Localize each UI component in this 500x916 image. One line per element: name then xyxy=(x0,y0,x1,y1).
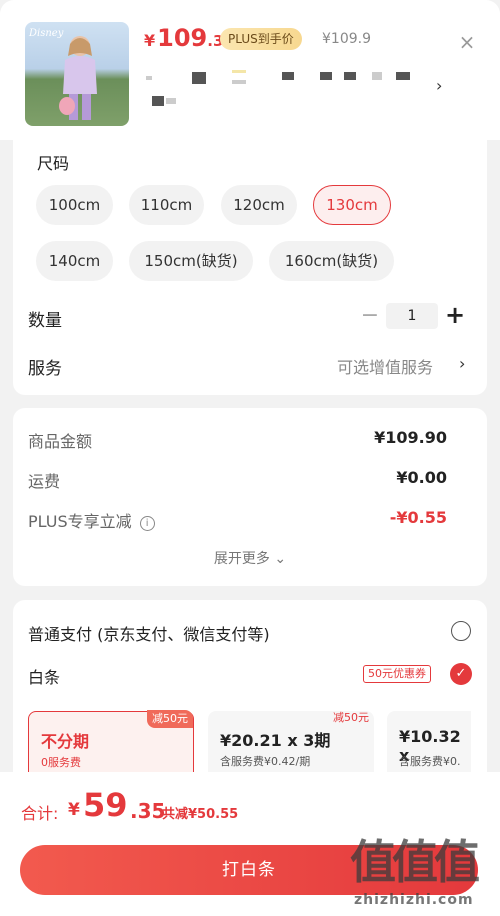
total-decimal: .35 xyxy=(130,799,166,823)
plus-discount-value: -¥0.55 xyxy=(389,508,447,527)
blur-block xyxy=(166,98,176,104)
quantity-minus-button[interactable]: − xyxy=(360,302,380,330)
close-icon[interactable]: × xyxy=(455,30,479,54)
price-integer: 109 xyxy=(157,24,208,52)
goods-amount-value: ¥109.90 xyxy=(374,428,447,447)
normal-payment-label[interactable]: 普通支付 (京东支付、微信支付等) xyxy=(28,621,270,645)
baitiao-checked-icon[interactable]: ✓ xyxy=(450,663,472,685)
original-price: ¥109.9 xyxy=(322,31,371,47)
child-figure-image xyxy=(59,36,97,120)
total-integer: 59 xyxy=(83,786,128,824)
blur-block xyxy=(146,76,152,80)
size-option-120[interactable]: 120cm xyxy=(221,185,297,225)
installment-option-6[interactable]: ¥10.32 x 含服务费¥0. xyxy=(387,711,471,781)
blur-block xyxy=(372,72,382,80)
blur-block xyxy=(152,96,164,106)
service-value[interactable]: 可选增值服务 xyxy=(337,354,433,378)
baitiao-label[interactable]: 白条 xyxy=(28,664,60,688)
watermark-logo: 值值值 xyxy=(350,835,480,889)
shipping-label: 运费 xyxy=(28,472,61,491)
baitiao-coupon-tag[interactable]: 50元优惠券 xyxy=(363,665,431,683)
blur-block xyxy=(232,70,246,73)
size-option-150[interactable]: 150cm(缺货) xyxy=(129,241,253,281)
installment-fee: 含服务费¥0.42/期 xyxy=(220,755,311,768)
expand-more-button[interactable]: 展开更多 ⌄ xyxy=(0,548,500,568)
installment-title: ¥20.21 x 3期 xyxy=(220,731,331,750)
size-option-110[interactable]: 110cm xyxy=(129,185,204,225)
site-watermark: 值值值 zhizhizhi.com xyxy=(350,826,500,916)
blur-block xyxy=(232,80,246,84)
installment-fee: 含服务费¥0. xyxy=(399,755,461,768)
installment-discount-badge: 减50元 xyxy=(147,710,193,728)
service-label: 服务 xyxy=(28,359,62,379)
blur-block xyxy=(320,72,332,80)
quantity-plus-button[interactable]: + xyxy=(444,300,466,330)
installment-title: 不分期 xyxy=(41,732,90,751)
installment-fee: 0服务费 xyxy=(41,756,81,769)
quantity-input[interactable]: 1 xyxy=(386,303,438,329)
size-option-130[interactable]: 130cm xyxy=(313,185,391,225)
normal-payment-radio[interactable] xyxy=(451,621,471,641)
size-option-160[interactable]: 160cm(缺货) xyxy=(269,241,394,281)
installment-option-3[interactable]: 减50元 ¥20.21 x 3期 含服务费¥0.42/期 xyxy=(208,711,374,781)
total-label: 合计: xyxy=(21,804,59,823)
price-currency: ¥ xyxy=(144,31,156,50)
shipping-value: ¥0.00 xyxy=(396,468,447,487)
total-currency: ¥ xyxy=(68,800,80,820)
goods-amount-label: 商品金额 xyxy=(28,432,93,451)
quantity-label: 数量 xyxy=(28,311,62,331)
product-header: Disney ¥ 109 .35 PLUS到手价 ¥109.9 × › xyxy=(0,0,500,140)
installment-discount-badge: 减50元 xyxy=(333,711,369,724)
plus-discount-row: PLUS专享立减 i xyxy=(28,508,155,532)
title-chevron-right-icon[interactable]: › xyxy=(436,76,442,95)
blur-block xyxy=(192,72,206,84)
product-thumbnail[interactable]: Disney xyxy=(25,22,129,126)
info-icon[interactable]: i xyxy=(139,516,155,531)
service-chevron-right-icon[interactable]: › xyxy=(459,354,465,373)
total-saving: 共减¥50.55 xyxy=(162,807,239,822)
watermark-url: zhizhizhi.com xyxy=(354,892,474,908)
blur-block xyxy=(282,72,294,80)
size-label: 尺码 xyxy=(37,154,70,173)
blur-block xyxy=(396,72,410,80)
size-option-100[interactable]: 100cm xyxy=(36,185,113,225)
size-option-140[interactable]: 140cm xyxy=(36,241,113,281)
installment-option-none[interactable]: 减50元 不分期 0服务费 xyxy=(28,710,194,781)
plus-price-badge: PLUS到手价 xyxy=(220,28,302,50)
blur-block xyxy=(344,72,356,80)
plus-discount-label: PLUS专享立减 xyxy=(28,512,132,531)
